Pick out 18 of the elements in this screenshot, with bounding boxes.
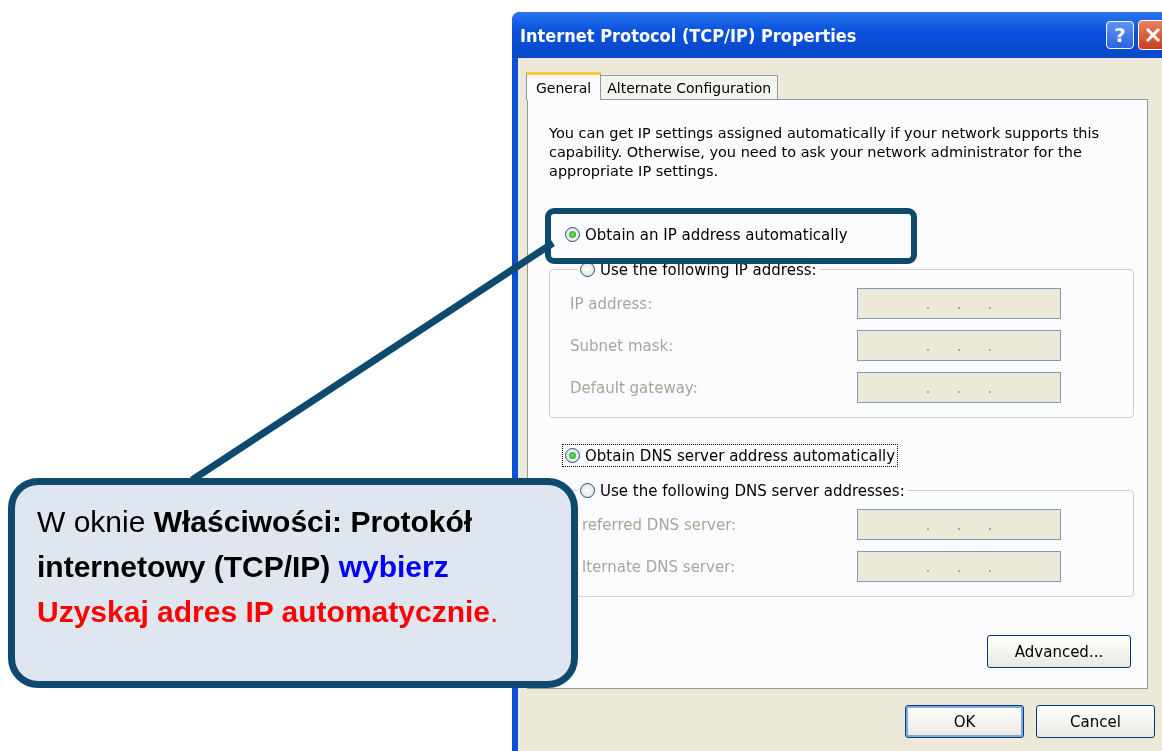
close-icon[interactable] bbox=[1138, 20, 1162, 50]
intro-text: You can get IP settings assigned automatically if your network supports this capability. Otherwise, you need to ask your network administrator for the appropriate IP settings. bbox=[549, 124, 1101, 181]
tab[interactable]: General bbox=[526, 72, 602, 100]
radio-option[interactable]: Use the following DNS server addresses: bbox=[578, 480, 907, 501]
field-label: Default gateway: bbox=[570, 378, 698, 397]
tab[interactable]: Alternate Configuration bbox=[600, 75, 779, 99]
radio-option[interactable]: Obtain an IP address automatically bbox=[563, 224, 850, 245]
dialog-button[interactable]: Cancel bbox=[1036, 705, 1155, 738]
callout-text: W oknie Właściwości: Protokół internetowy (TCP/IP) wybierz Uzyskaj adres IP automatycznie. bbox=[37, 504, 500, 630]
field-label: referred DNS server: bbox=[581, 515, 737, 534]
window-title: Internet Protocol (TCP/IP) Properties bbox=[520, 24, 858, 46]
field-label: IP address: bbox=[570, 294, 653, 313]
advanced-button[interactable]: Advanced... bbox=[987, 635, 1131, 668]
help-button[interactable]: ? bbox=[1106, 21, 1134, 49]
dialog-button[interactable]: OK bbox=[905, 705, 1024, 738]
radio-option[interactable]: Obtain DNS server address automatically bbox=[563, 445, 898, 466]
field-label: Subnet mask: bbox=[570, 336, 674, 355]
field-label: lternate DNS server: bbox=[581, 557, 736, 576]
